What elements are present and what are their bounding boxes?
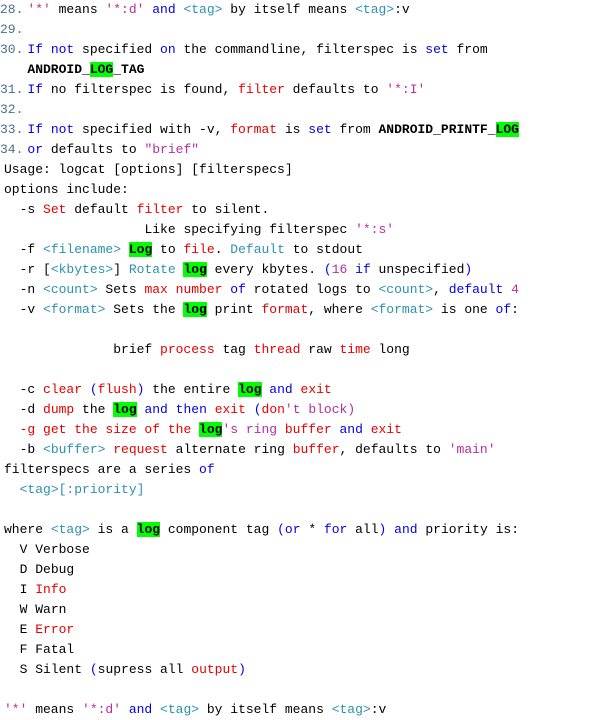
opt-b: -b <buffer> request alternate ring buffe… (0, 440, 600, 460)
gutter-34: 34. (0, 140, 25, 160)
opt-n: -n <count> Sets max number of rotated lo… (0, 280, 600, 300)
last: '*' means '*:d' and <tag> by itself mean… (0, 700, 600, 720)
opt-r: -r [<kbytes>] Rotate log every kbytes. (… (0, 260, 600, 280)
blank1 (0, 320, 600, 340)
gutter-28: 28. (0, 0, 25, 20)
line-29: 29. (0, 20, 600, 40)
filterspecs: filterspecs are a series of (0, 460, 600, 480)
opt-f: -f <filename> Log to file. Default to st… (0, 240, 600, 260)
gutter-29: 29. (0, 20, 25, 40)
opt-v: -v <format> Sets the log print format, w… (0, 300, 600, 320)
ln-33: If not specified with -v, format is set … (25, 120, 600, 140)
line-32: 32. (0, 100, 600, 120)
ln-29 (25, 20, 600, 40)
opt-d: -d dump the log and then exit (don't blo… (0, 400, 600, 420)
blank2 (0, 360, 600, 380)
prio-w: W Warn (0, 600, 600, 620)
gutter-31: 31. (0, 80, 25, 100)
ln-28: '*' means '*:d' and <tag> by itself mean… (25, 0, 600, 20)
ln-31: If no filterspec is found, filter defaul… (25, 80, 600, 100)
ln-32 (25, 100, 600, 120)
ln-30: If not specified on the commandline, fil… (25, 40, 600, 80)
blank3 (0, 500, 600, 520)
prio-s: S Silent (supress all output) (0, 660, 600, 680)
ln-34: or defaults to "brief" (25, 140, 600, 160)
blank4 (0, 680, 600, 700)
where: where <tag> is a log component tag (or *… (0, 520, 600, 540)
prio-d: D Debug (0, 560, 600, 580)
prio-f: F Fatal (0, 640, 600, 660)
prio-v: V Verbose (0, 540, 600, 560)
opt-s-like: Like specifying filterspec '*:s' (0, 220, 600, 240)
line-30: 30.If not specified on the commandline, … (0, 40, 600, 80)
line-33: 33.If not specified with -v, format is s… (0, 120, 600, 140)
opt-g: -g get the size of the log's ring buffer… (0, 420, 600, 440)
prio-i: I Info (0, 580, 600, 600)
gutter-32: 32. (0, 100, 25, 120)
usage: Usage: logcat [options] [filterspecs] (0, 160, 600, 180)
line-34: 34.or defaults to "brief" (0, 140, 600, 160)
opt-c: -c clear (flush) the entire log and exit (0, 380, 600, 400)
opt-s: -s Set default filter to silent. (0, 200, 600, 220)
gutter-30: 30. (0, 40, 25, 80)
opts: options include: (0, 180, 600, 200)
formats: brief process tag thread raw time long (0, 340, 600, 360)
tag-prio: <tag>[:priority] (0, 480, 600, 500)
line-28: 28.'*' means '*:d' and <tag> by itself m… (0, 0, 600, 20)
prio-e: E Error (0, 620, 600, 640)
line-31: 31.If no filterspec is found, filter def… (0, 80, 600, 100)
gutter-33: 33. (0, 120, 25, 140)
